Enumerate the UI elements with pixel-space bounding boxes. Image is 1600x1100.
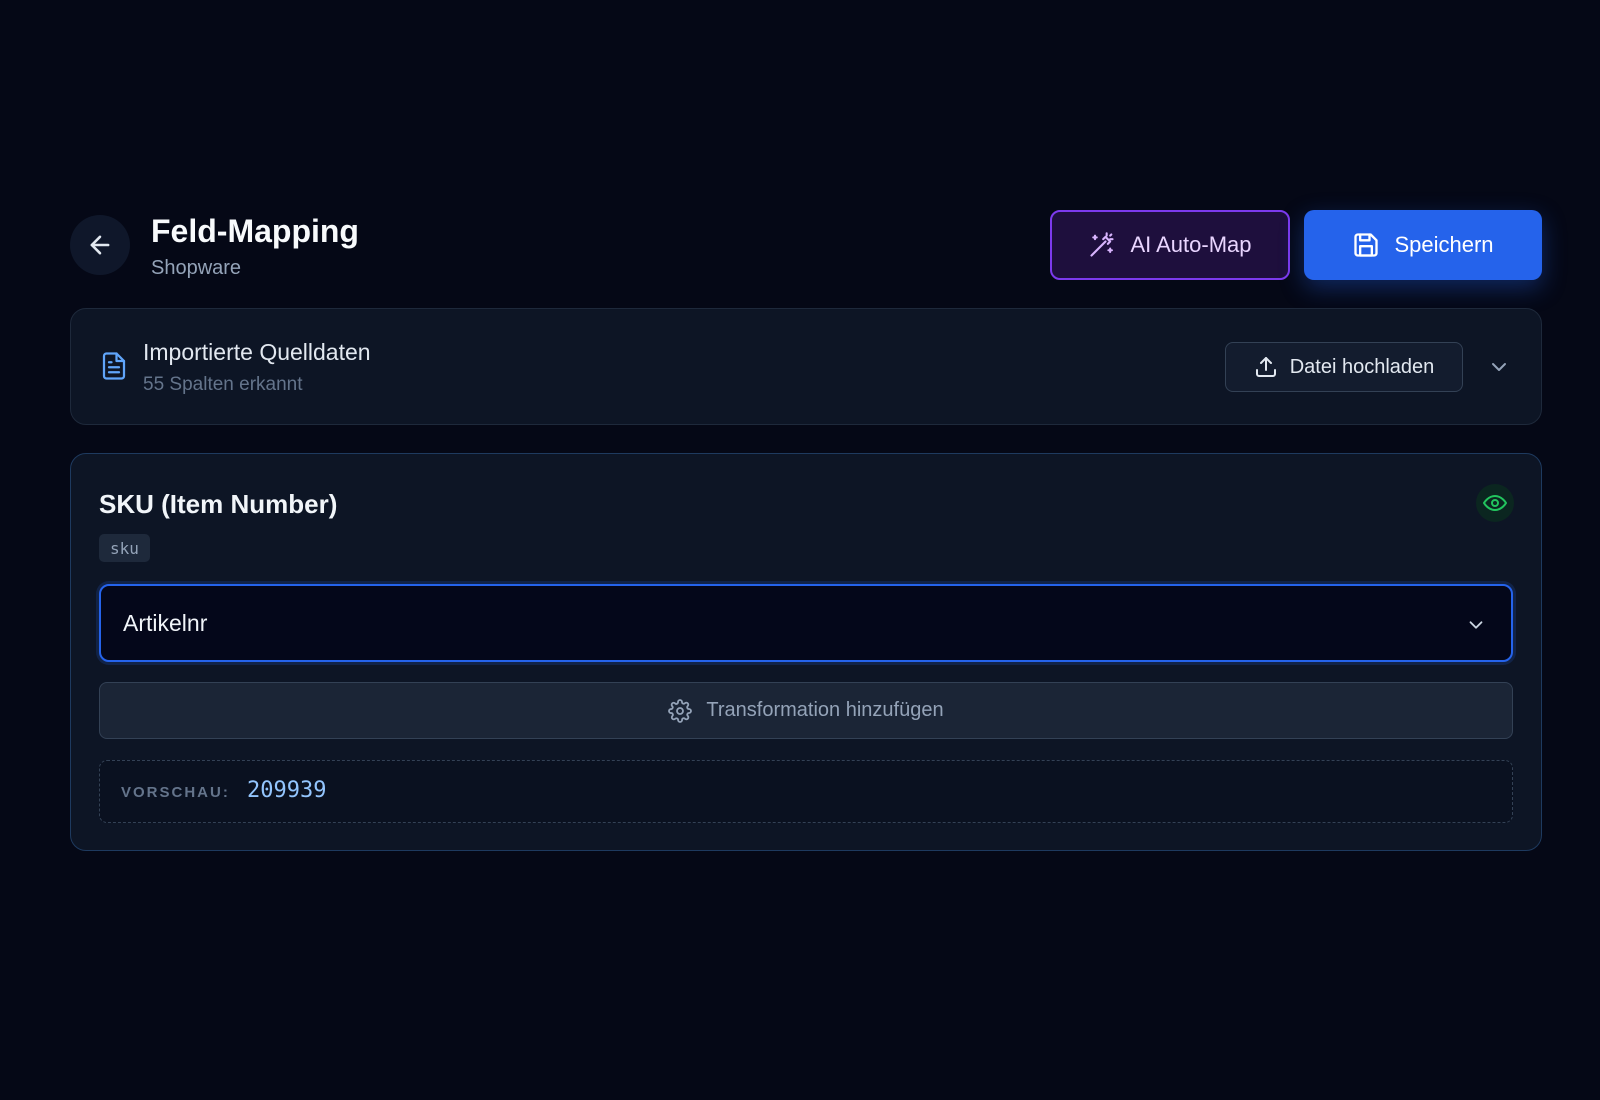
page: Feld-Mapping Shopware AI Auto-Map Speich… [0,0,1600,1100]
chevron-down-icon[interactable] [1487,355,1511,379]
preview-box: VORSCHAU: 209939 [99,760,1513,823]
eye-icon [1483,491,1507,515]
source-title: Importierte Quelldaten [143,339,371,365]
title-group: Feld-Mapping Shopware [151,213,359,280]
page-title: Feld-Mapping [151,213,359,249]
preview-value: 209939 [247,778,327,803]
add-transformation-button[interactable]: Transformation hinzufügen [99,682,1513,739]
file-text-icon [99,349,129,383]
source-data-card: Importierte Quelldaten 55 Spalten erkann… [70,308,1542,425]
field-title: SKU (Item Number) [99,489,338,519]
page-subtitle: Shopware [151,257,242,280]
selected-column-value: Artikelnr [123,610,208,636]
gear-icon [668,698,693,723]
arrow-left-icon [86,231,114,259]
add-transformation-label: Transformation hinzufügen [706,699,944,721]
source-column-count: 55 Spalten erkannt [143,374,303,395]
field-key-badge: sku [99,534,150,562]
upload-file-button[interactable]: Datei hochladen [1225,342,1463,392]
preview-label: VORSCHAU: [121,784,230,801]
floppy-disk-icon [1352,231,1380,259]
ai-auto-map-button[interactable]: AI Auto-Map [1050,210,1290,280]
save-button-label: Speichern [1394,232,1494,257]
back-button[interactable] [70,215,130,275]
source-text: Importierte Quelldaten 55 Spalten erkann… [143,339,371,396]
chevron-down-icon [1465,614,1487,636]
page-header: Feld-Mapping Shopware AI Auto-Map Speich… [70,210,1542,282]
upload-file-label: Datei hochladen [1289,355,1435,378]
ai-auto-map-label: AI Auto-Map [1130,232,1252,257]
save-button[interactable]: Speichern [1304,210,1542,280]
field-mapping-card: SKU (Item Number) sku Artikelnr Transfor… [70,453,1542,851]
source-column-select[interactable]: Artikelnr [99,584,1513,662]
upload-icon [1254,355,1278,379]
magic-wand-icon [1088,231,1116,259]
visibility-toggle[interactable] [1476,484,1514,522]
